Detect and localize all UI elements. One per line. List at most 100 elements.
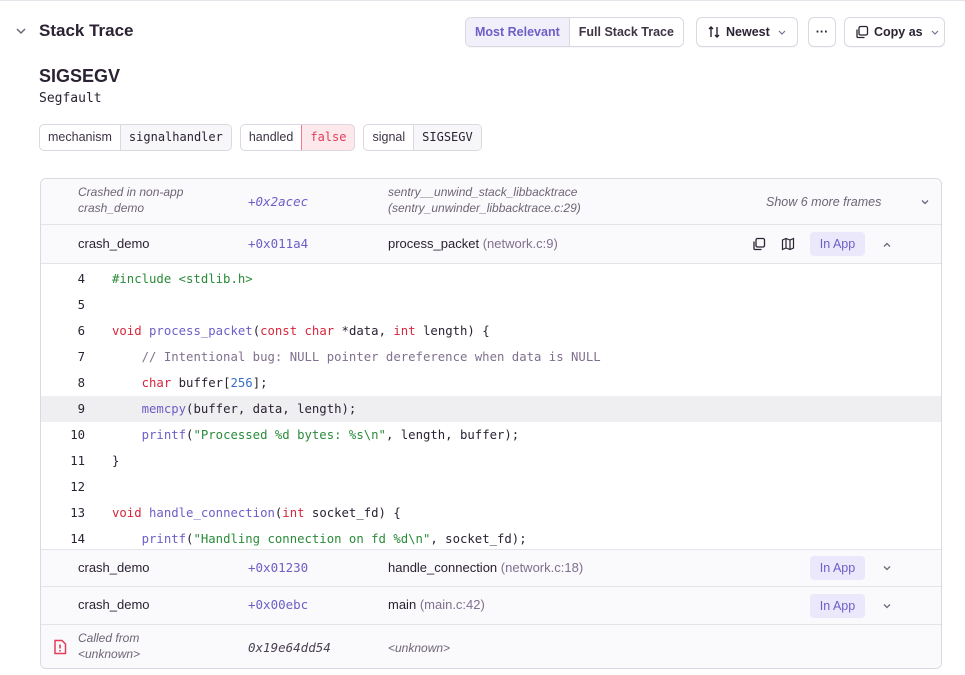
chevron-down-icon[interactable] [881,562,893,574]
called-from-label: Called from [78,631,140,645]
chevron-down-icon[interactable] [881,600,893,612]
frame-function: process_packet (network.c:9) [388,236,558,251]
line-source: } [112,454,120,468]
frame-address: +0x01230 [248,560,309,575]
code-line: 14 printf("Handling connection on fd %d\… [41,526,941,550]
copy-icon [856,25,869,39]
frame-package-name: <unknown> [78,647,141,661]
chevron-down-icon[interactable] [14,24,28,38]
line-number: 12 [70,480,85,494]
frame-address: +0x2acec [248,194,309,209]
sort-dropdown[interactable]: Newest [696,17,798,47]
frame-function: main (main.c:42) [388,597,485,612]
line-number: 11 [70,454,85,468]
code-line: 12 [41,474,941,500]
frame-location: (main.c:42) [419,597,485,612]
section-title[interactable]: Stack Trace [39,21,134,41]
frame-function-name: main [388,597,417,612]
frame-function-name: sentry__unwind_stack_libbacktrace [388,185,578,199]
frame-location: (sentry_unwinder_libbacktrace.c:29) [388,201,581,215]
chevron-down-icon [778,30,786,35]
code-line-highlighted: 9 memcpy(buffer, data, length); [41,396,941,422]
tab-full-stack-trace[interactable]: Full Stack Trace [569,18,683,46]
frame-row-called-from: Called from <unknown> 0x19e64dd54 <unkno… [41,625,941,668]
tag-handled[interactable]: handled false [239,124,356,151]
tag-key: handled [248,130,294,144]
frame-function: sentry__unwind_stack_libbacktrace (sentr… [388,184,581,216]
tag-key: signal [372,130,406,144]
frame-row-expanded[interactable]: crash_demo +0x011a4 process_packet (netw… [41,225,941,264]
code-line: 4 #include <stdlib.h> [41,266,941,292]
chevron-down-icon[interactable] [919,196,931,208]
frame-function-name: handle_connection [388,560,498,575]
copy-icon[interactable] [752,237,766,251]
code-line: 13 void handle_connection(int socket_fd) … [41,500,941,526]
stack-frames-panel: Crashed in non-app crash_demo +0x2acec s… [40,178,942,669]
line-source: // Intentional bug: NULL pointer derefer… [141,350,601,364]
exception-value: Segfault [39,91,102,106]
frame-location: (network.c:18) [500,560,584,575]
chevron-down-icon [931,30,939,35]
frame-function: handle_connection (network.c:18) [388,560,583,575]
line-number: 13 [70,506,85,520]
chevron-up-icon[interactable] [881,239,893,251]
code-line: 11} [41,448,941,474]
frame-package: crash_demo [78,597,150,612]
view-toggle: Most Relevant Full Stack Trace [465,17,684,47]
frame-location: (network.c:9) [482,236,558,251]
copy-as-label: Copy as [874,25,923,39]
frame-row[interactable]: crash_demo +0x00ebc main (main.c:42) In … [41,587,941,625]
line-source: printf("Handling connection on fd %d\n",… [141,532,527,546]
tab-most-relevant[interactable]: Most Relevant [466,18,570,46]
tag-value: signalhandler [119,125,231,150]
tag-signal[interactable]: signal SIGSEGV [363,124,482,151]
in-app-badge: In App [810,556,865,580]
code-line: 8 char buffer[256]; [41,370,941,396]
show-more-frames-link[interactable]: Show 6 more frames [766,194,881,210]
frame-function: <unknown> [388,641,451,655]
frame-row-nonapp[interactable]: Crashed in non-app crash_demo +0x2acec s… [41,179,941,225]
frame-crash-label: Crashed in non-app [78,185,184,199]
tag-mechanism[interactable]: mechanism signalhandler [39,124,232,151]
tag-value: false [301,125,355,150]
ellipsis-icon: ··· [815,25,829,39]
line-source: char buffer[256]; [141,376,268,390]
warning-file-icon [54,639,67,655]
code-context: 4 #include <stdlib.h> 5 6 void process_pac… [41,264,941,550]
frame-function-name: process_packet [388,236,480,251]
code-line: 6 void process_packet(const char *data, i… [41,318,941,344]
tag-key: mechanism [48,130,112,144]
frame-package-name: crash_demo [78,201,145,215]
code-line: 7 // Intentional bug: NULL pointer deref… [41,344,941,370]
frame-package: Crashed in non-app crash_demo [78,184,183,216]
in-app-badge: In App [810,232,865,256]
frame-address: +0x00ebc [248,597,309,612]
line-source: printf("Processed %d bytes: %s\n", lengt… [141,428,520,442]
line-number: 8 [77,376,85,390]
line-source: #include <stdlib.h> [112,272,253,286]
frame-package: crash_demo [78,236,150,251]
line-number: 7 [77,350,85,364]
line-number: 4 [77,272,85,286]
frame-address: 0x19e64dd54 [248,640,331,655]
line-number: 10 [70,428,85,442]
code-line: 10 printf("Processed %d bytes: %s\n", le… [41,422,941,448]
sort-label: Newest [726,25,770,39]
more-options-button[interactable]: ··· [808,17,836,47]
exception-type: SIGSEGV [39,66,121,86]
mechanism-tags: mechanism signalhandler handled false si… [39,124,482,151]
sort-icon [708,26,720,38]
code-line: 5 [41,292,941,318]
copy-as-dropdown[interactable]: Copy as [844,17,945,47]
frame-row[interactable]: crash_demo +0x01230 handle_connection (n… [41,550,941,587]
in-app-badge: In App [810,594,865,618]
line-source: memcpy(buffer, data, length); [141,402,357,416]
frame-package: Called from <unknown> [78,630,140,662]
line-source: void handle_connection(int socket_fd) { [112,506,401,520]
frame-package: crash_demo [78,560,150,575]
tag-value: SIGSEGV [413,125,481,150]
frame-address: +0x011a4 [248,236,309,251]
line-number: 6 [77,324,85,338]
source-map-icon[interactable] [781,237,795,251]
line-number: 9 [77,402,85,416]
